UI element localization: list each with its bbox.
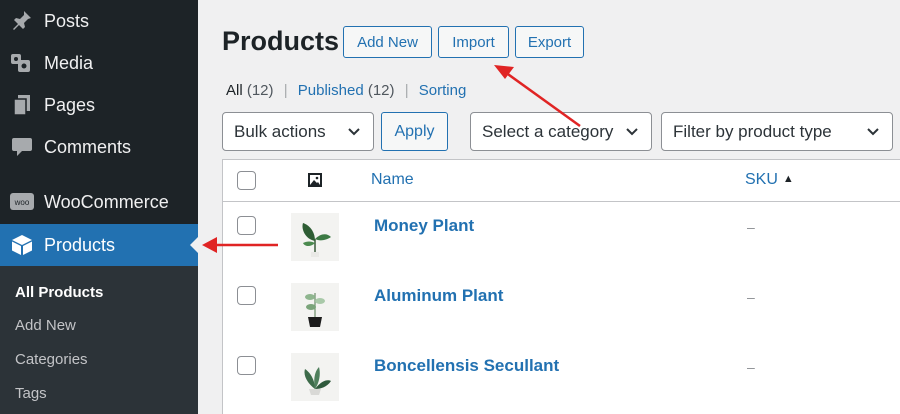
view-published-label: Published xyxy=(297,82,364,99)
products-submenu: All Products Add New Categories Tags xyxy=(0,266,198,414)
sidebar-item-posts[interactable]: Posts xyxy=(0,0,198,42)
sidebar-item-label: Pages xyxy=(44,94,96,115)
apply-button[interactable]: Apply xyxy=(381,112,448,151)
row-checkbox[interactable] xyxy=(237,216,256,235)
chevron-down-icon xyxy=(626,128,638,136)
sidebar-item-label: Posts xyxy=(44,10,90,31)
product-thumbnail[interactable] xyxy=(291,283,339,331)
category-select[interactable]: Select a category xyxy=(470,112,652,151)
bulk-actions-select[interactable]: Bulk actions xyxy=(222,112,374,151)
column-name-header[interactable]: Name xyxy=(371,171,414,189)
sidebar-item-comments[interactable]: Comments xyxy=(0,126,198,168)
table-header: Name SKU ▲ xyxy=(223,160,900,202)
sidebar-item-label: Products xyxy=(44,234,116,255)
table-row: Money Plant – xyxy=(223,203,900,273)
view-filters: All (12) | Published (12) | Sorting xyxy=(226,82,466,99)
woocommerce-icon: woo xyxy=(10,190,34,214)
table-row: Boncellensis Secullant – xyxy=(223,343,900,413)
sidebar-item-media[interactable]: Media xyxy=(0,42,198,84)
image-icon xyxy=(307,172,323,193)
sort-ascending-icon: ▲ xyxy=(782,173,794,185)
product-name-link[interactable]: Money Plant xyxy=(374,216,474,236)
sidebar-item-label: Comments xyxy=(44,136,132,157)
table-row: Aluminum Plant – xyxy=(223,273,900,343)
submenu-categories[interactable]: Categories xyxy=(15,351,88,368)
sidebar-item-label: Media xyxy=(44,52,94,73)
sku-value: – xyxy=(747,289,755,305)
import-button[interactable]: Import xyxy=(438,26,509,58)
submenu-all-products[interactable]: All Products xyxy=(15,284,103,301)
sidebar-item-label: WooCommerce xyxy=(44,191,169,212)
export-button[interactable]: Export xyxy=(515,26,584,58)
sku-value: – xyxy=(747,219,755,235)
admin-sidebar: Posts Media Pages Comments woo WooCommer… xyxy=(0,0,198,414)
chevron-down-icon xyxy=(867,128,879,136)
view-all-count: (12) xyxy=(246,82,274,99)
select-all-checkbox[interactable] xyxy=(237,171,256,190)
sidebar-item-products[interactable]: Products xyxy=(0,224,198,266)
submenu-tags[interactable]: Tags xyxy=(15,385,47,402)
plant-image xyxy=(302,223,331,257)
view-published-link[interactable]: Published (12) xyxy=(298,82,395,99)
plant-image xyxy=(304,367,331,395)
comment-icon xyxy=(10,135,34,159)
column-sku-label: SKU xyxy=(745,171,778,188)
submenu-add-new[interactable]: Add New xyxy=(15,317,76,334)
category-value: Select a category xyxy=(482,121,614,141)
view-published-count: (12) xyxy=(367,82,395,99)
product-type-select[interactable]: Filter by product type xyxy=(661,112,893,151)
view-all-label: All xyxy=(226,82,243,99)
page-title: Products xyxy=(222,26,340,56)
product-name-link[interactable]: Aluminum Plant xyxy=(374,286,503,306)
plant-image xyxy=(305,293,325,327)
bulk-actions-value: Bulk actions xyxy=(234,121,326,141)
chevron-down-icon xyxy=(348,128,360,136)
main-content: Products Add New Import Export All (12) … xyxy=(198,0,900,414)
add-new-button[interactable]: Add New xyxy=(343,26,432,58)
pages-icon xyxy=(10,93,34,117)
product-name-link[interactable]: Boncellensis Secullant xyxy=(374,356,559,376)
product-thumbnail[interactable] xyxy=(291,353,339,401)
media-icon xyxy=(10,51,34,75)
row-checkbox[interactable] xyxy=(237,356,256,375)
products-table: Name SKU ▲ Money Plant – Aluminum Plant … xyxy=(222,159,900,414)
sku-value: – xyxy=(747,359,755,375)
separator: | xyxy=(404,82,409,99)
product-type-value: Filter by product type xyxy=(673,121,832,141)
box-icon xyxy=(10,233,34,257)
row-checkbox[interactable] xyxy=(237,286,256,305)
view-all-link[interactable]: All (12) xyxy=(226,82,274,99)
pushpin-icon xyxy=(10,9,34,33)
view-sorting-link[interactable]: Sorting xyxy=(419,82,467,99)
product-thumbnail[interactable] xyxy=(291,213,339,261)
sidebar-item-pages[interactable]: Pages xyxy=(0,84,198,126)
woocommerce-icon-text: woo xyxy=(14,198,30,207)
sidebar-item-woocommerce[interactable]: woo WooCommerce xyxy=(0,181,198,223)
separator: | xyxy=(283,82,288,99)
column-sku-header[interactable]: SKU ▲ xyxy=(745,171,794,189)
